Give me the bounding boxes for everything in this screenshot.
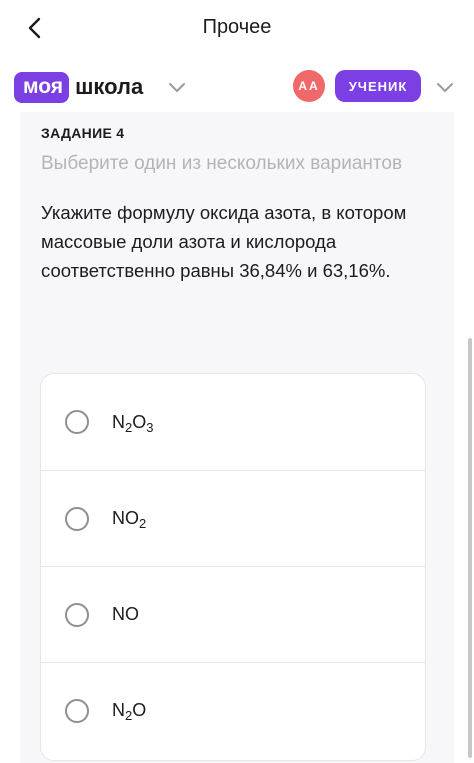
radio-button[interactable] [65,506,89,531]
page-title: Прочее [202,16,272,38]
user-avatar[interactable]: АА [293,70,325,102]
chevron-down-icon [437,83,453,92]
radio-button[interactable] [65,698,89,723]
logo-part-moya: моя [14,71,70,103]
logo-part-shkola: школа [75,74,144,99]
answer-options: N2O3 NO2 NO N2O [40,373,426,761]
option-label: NO2 [112,508,147,531]
radio-button[interactable] [65,602,89,627]
question-text: Укажите формулу оксида азота, в котором … [41,202,407,281]
user-menu-button[interactable] [434,78,456,96]
option-label: N2O [112,700,147,723]
option-label: NO [112,604,139,624]
task-label: ЗАДАНИЕ 4 [41,125,125,141]
answer-option[interactable]: N2O [41,662,425,758]
scrollbar[interactable] [468,338,472,758]
answer-option[interactable]: NO2 [41,470,425,566]
school-logo[interactable]: моя школа [14,70,143,104]
chevron-down-icon [169,83,185,92]
radio-button[interactable] [65,410,89,434]
school-switcher-button[interactable] [166,78,188,96]
top-bar: Прочее [0,0,474,56]
role-badge[interactable]: УЧЕНИК [335,70,421,102]
task-hint: Выберите один из нескольких вариантов [41,153,403,174]
answer-option[interactable]: N2O3 [41,374,425,470]
answer-option[interactable]: NO [41,566,425,662]
option-label: N2O3 [112,411,154,435]
